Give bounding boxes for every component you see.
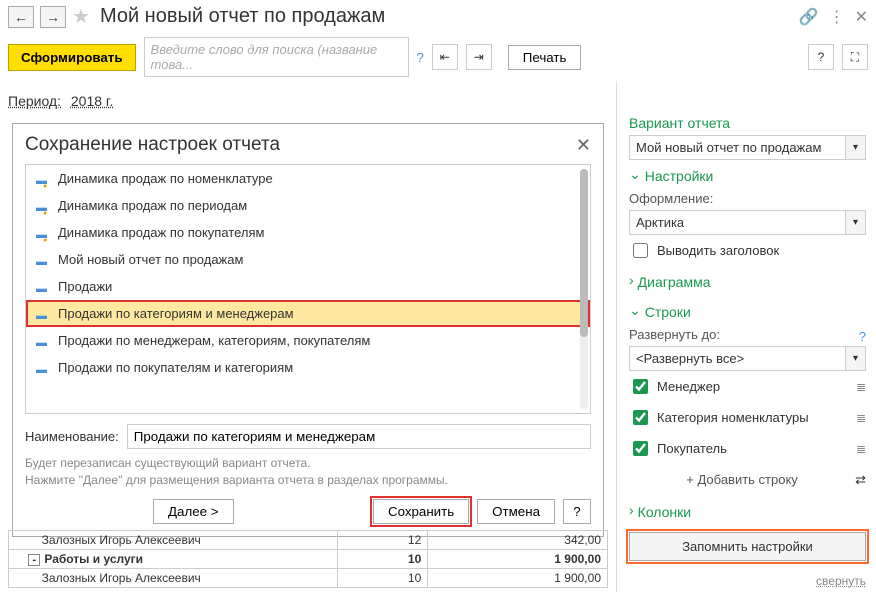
design-label: Оформление:	[629, 191, 866, 206]
variant-combo-dropdown-icon[interactable]: ▾	[846, 135, 866, 160]
dialog-title: Сохранение настроек отчета	[25, 134, 280, 156]
variant-list: Динамика продаж по номенклатуре Динамика …	[25, 164, 591, 414]
settings-panel: Вариант отчета Мой новый отчет по продаж…	[616, 81, 876, 592]
name-label: Наименование:	[25, 429, 119, 444]
variant-section-label: Вариант отчета	[629, 115, 866, 131]
toolbar: Сформировать Введите слово для поиска (н…	[0, 33, 876, 81]
list-item-label: Динамика продаж по покупателям	[58, 225, 264, 240]
show-title-checkbox[interactable]: Выводить заголовок	[629, 240, 866, 261]
indent-increase-button[interactable]: ⇥	[466, 44, 492, 70]
list-item[interactable]: Динамика продаж по покупателям	[26, 219, 590, 246]
cancel-button[interactable]: Отмена	[477, 499, 555, 524]
report-variant-icon	[36, 282, 50, 292]
report-variant-icon	[36, 309, 50, 319]
link-icon[interactable]: 🔗	[799, 7, 819, 27]
list-item[interactable]: Продажи по категориям и менеджерам	[26, 300, 590, 327]
dialog-hint: Будет перезаписан существующий вариант о…	[25, 455, 591, 489]
collapse-panel-link[interactable]: свернуть	[816, 574, 866, 588]
main-area: Период: 2018 г. Сохранение настроек отче…	[0, 81, 616, 592]
search-input[interactable]: Введите слово для поиска (название това.…	[144, 37, 409, 77]
list-scrollbar[interactable]	[580, 169, 588, 409]
dialog-close-icon[interactable]: ✕	[576, 135, 591, 156]
design-combo[interactable]: Арктика	[629, 210, 846, 235]
manager-settings-icon[interactable]: ≣	[856, 380, 866, 394]
name-input[interactable]	[127, 424, 591, 449]
nav-forward-button[interactable]: →	[40, 6, 66, 28]
diagram-section-toggle[interactable]: Диаграмма	[629, 274, 866, 290]
rows-section-toggle[interactable]: Строки	[629, 304, 866, 321]
settings-section-toggle[interactable]: Настройки	[629, 168, 866, 185]
period-field[interactable]: Период: 2018 г.	[8, 93, 608, 109]
buyer-settings-icon[interactable]: ≣	[856, 442, 866, 456]
favorite-star-icon[interactable]: ★	[72, 4, 90, 29]
dialog-help-button[interactable]: ?	[563, 499, 591, 524]
remember-settings-button[interactable]: Запомнить настройки	[629, 532, 866, 561]
report-variant-icon	[36, 255, 50, 265]
list-item[interactable]: Продажи по покупателям и категориям	[26, 354, 590, 381]
search-help-icon[interactable]: ?	[417, 50, 424, 65]
table-row[interactable]: Залозных Игорь Алексеевич12342,00	[9, 531, 608, 550]
design-combo-dropdown-icon[interactable]: ▾	[846, 210, 866, 235]
report-variant-icon	[36, 336, 50, 346]
list-item[interactable]: Продажи по менеджерам, категориям, покуп…	[26, 327, 590, 354]
list-item-label: Мой новый отчет по продажам	[58, 252, 243, 267]
category-settings-icon[interactable]: ≣	[856, 411, 866, 425]
table-row[interactable]: Залозных Игорь Алексеевич101 900,00	[9, 569, 608, 588]
list-item[interactable]: Продажи	[26, 273, 590, 300]
report-variant-icon	[36, 228, 50, 238]
manager-checkbox[interactable]: Менеджер ≣	[629, 376, 866, 397]
list-item-label: Динамика продаж по периодам	[58, 198, 247, 213]
expand-combo-dropdown-icon[interactable]: ▾	[846, 346, 866, 371]
help-button[interactable]: ?	[808, 44, 834, 70]
fullscreen-button[interactable]: ⛶	[842, 44, 868, 70]
nav-back-button[interactable]: ←	[8, 6, 34, 28]
list-item[interactable]: Динамика продаж по периодам	[26, 192, 590, 219]
list-item[interactable]: Мой новый отчет по продажам	[26, 246, 590, 273]
buyer-checkbox[interactable]: Покупатель ≣	[629, 438, 866, 459]
expand-combo[interactable]: <Развернуть все>	[629, 346, 846, 371]
add-row-button[interactable]: + Добавить строку ⇄	[629, 472, 866, 488]
shuffle-icon[interactable]: ⇄	[855, 472, 866, 488]
table-row[interactable]: -Работы и услуги101 900,00	[9, 550, 608, 569]
kebab-menu-icon[interactable]: ⋮	[829, 7, 845, 27]
list-item-label: Продажи по категориям и менеджерам	[58, 306, 294, 321]
list-item-label: Продажи по менеджерам, категориям, покуп…	[58, 333, 370, 348]
list-item-label: Продажи по покупателям и категориям	[58, 360, 293, 375]
report-variant-icon	[36, 201, 50, 211]
tree-toggle-icon[interactable]: -	[28, 554, 40, 566]
save-settings-dialog: Сохранение настроек отчета ✕ Динамика пр…	[12, 123, 604, 537]
next-button[interactable]: Далее >	[153, 499, 234, 524]
generate-button[interactable]: Сформировать	[8, 44, 136, 71]
variant-combo[interactable]: Мой новый отчет по продажам	[629, 135, 846, 160]
report-variant-icon	[36, 174, 50, 184]
print-button[interactable]: Печать	[508, 45, 582, 70]
save-button[interactable]: Сохранить	[373, 499, 469, 524]
category-checkbox[interactable]: Категория номенклатуры ≣	[629, 407, 866, 428]
close-window-icon[interactable]: ✕	[855, 7, 868, 27]
title-bar: ← → ★ Мой новый отчет по продажам 🔗 ⋮ ✕	[0, 0, 876, 33]
report-table: Залозных Игорь Алексеевич12342,00 -Работ…	[8, 530, 608, 588]
list-item-label: Динамика продаж по номенклатуре	[58, 171, 273, 186]
indent-decrease-button[interactable]: ⇤	[432, 44, 458, 70]
page-title: Мой новый отчет по продажам	[96, 5, 385, 28]
report-variant-icon	[36, 363, 50, 373]
list-item-label: Продажи	[58, 279, 112, 294]
expand-help-icon[interactable]: ?	[859, 329, 866, 344]
expand-label: Развернуть до:	[629, 327, 720, 342]
list-item[interactable]: Динамика продаж по номенклатуре	[26, 165, 590, 192]
columns-section-toggle[interactable]: Колонки	[629, 504, 866, 520]
